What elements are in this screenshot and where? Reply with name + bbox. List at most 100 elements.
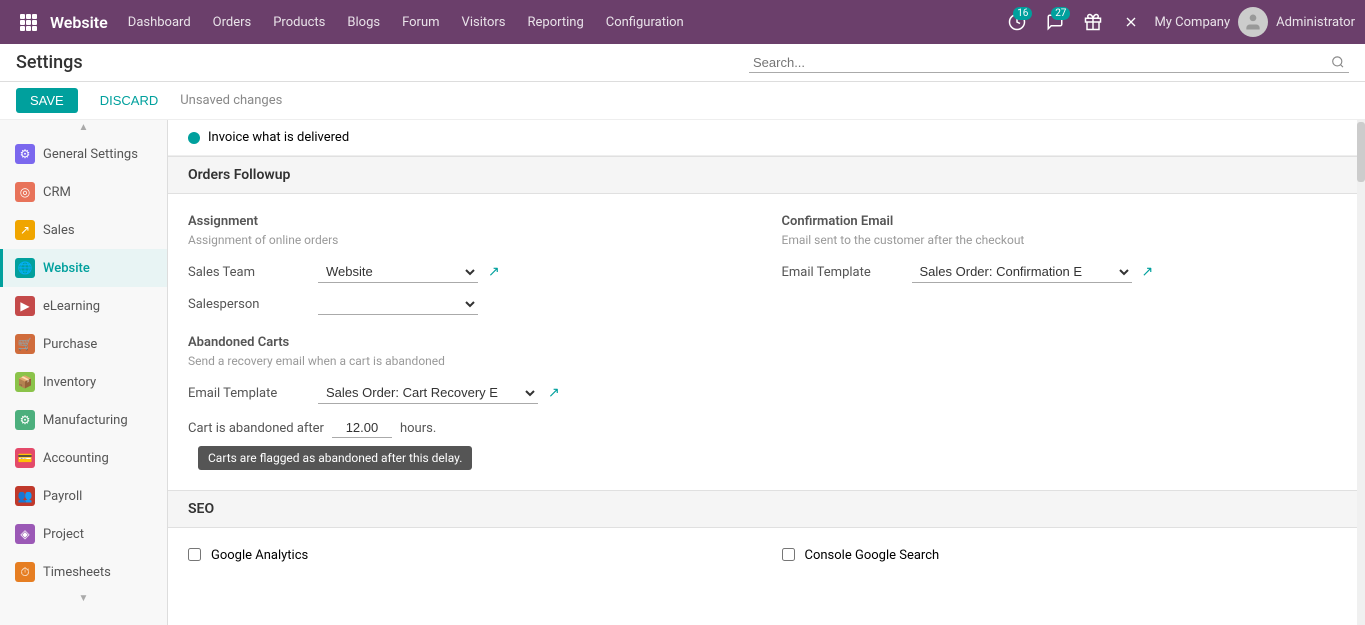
sidebar-label-payroll: Payroll (43, 489, 82, 504)
purchase-icon: 🛒 (15, 334, 35, 354)
sidebar-item-payroll[interactable]: 👥 Payroll (0, 477, 167, 515)
confirmation-email-title: Confirmation Email (782, 214, 1346, 229)
sidebar-item-general-settings[interactable]: ⚙ General Settings (0, 135, 167, 173)
assignment-desc: Assignment of online orders (188, 233, 752, 247)
nav-products[interactable]: Products (263, 0, 335, 44)
email-template-ext-link[interactable]: ↗ (1142, 264, 1154, 280)
seo-section-header: SEO (168, 490, 1365, 528)
inventory-icon: 📦 (15, 372, 35, 392)
nav-dashboard[interactable]: Dashboard (118, 0, 201, 44)
project-icon: ◈ (15, 524, 35, 544)
seo-two-col: Google Analytics Console Google Search (188, 548, 1345, 563)
sidebar-label-sales: Sales (43, 223, 75, 238)
close-icon[interactable] (1116, 7, 1146, 37)
google-analytics-label: Google Analytics (211, 548, 308, 563)
top-nav: Website Dashboard Orders Products Blogs … (0, 0, 1365, 44)
grid-icon[interactable] (10, 0, 46, 44)
nav-visitors[interactable]: Visitors (452, 0, 516, 44)
sales-icon: ↗ (15, 220, 35, 240)
scroll-up-arrow[interactable]: ▲ (0, 120, 167, 135)
sidebar-label-purchase: Purchase (43, 337, 97, 352)
confirmation-email-group: Confirmation Email Email sent to the cus… (782, 214, 1346, 470)
sidebar-item-project[interactable]: ◈ Project (0, 515, 167, 553)
sidebar-label-website: Website (43, 261, 90, 276)
abandoned-carts-group: Abandoned Carts Send a recovery email wh… (188, 335, 752, 470)
cart-abandoned-label: Cart is abandoned after (188, 421, 324, 436)
sidebar-item-timesheets[interactable]: ⏱ Timesheets (0, 553, 167, 591)
sidebar-label-general-settings: General Settings (43, 147, 138, 162)
chat-badge: 27 (1051, 7, 1070, 20)
discard-button[interactable]: DISCARD (86, 88, 173, 113)
scrollbar-thumb[interactable] (1357, 122, 1365, 182)
user-name[interactable]: Administrator (1276, 15, 1355, 30)
website-icon: 🌐 (15, 258, 35, 278)
clock-icon-badge[interactable]: 16 (1002, 7, 1032, 37)
salesperson-label: Salesperson (188, 297, 308, 312)
main-layout: ▲ ⚙ General Settings ◎ CRM ↗ Sales 🌐 Web… (0, 120, 1365, 625)
sub-header: Settings (0, 44, 1365, 82)
sales-team-ext-link[interactable]: ↗ (488, 264, 500, 280)
abandoned-template-ext-link[interactable]: ↗ (548, 385, 560, 401)
sidebar-label-accounting: Accounting (43, 451, 109, 466)
sales-team-row: Sales Team Website ↗ (188, 261, 752, 283)
action-bar: SAVE DISCARD Unsaved changes (0, 82, 1365, 120)
nav-forum[interactable]: Forum (392, 0, 449, 44)
console-google-search-label: Console Google Search (805, 548, 940, 563)
google-analytics-checkbox[interactable] (188, 548, 201, 561)
sidebar-item-website[interactable]: 🌐 Website (0, 249, 167, 287)
nav-orders[interactable]: Orders (203, 0, 262, 44)
search-input[interactable] (753, 55, 1331, 70)
salesperson-select[interactable] (318, 293, 478, 315)
console-google-search-checkbox[interactable] (782, 548, 795, 561)
sidebar-item-accounting[interactable]: 💳 Accounting (0, 439, 167, 477)
sales-team-select[interactable]: Website (318, 261, 478, 283)
save-button[interactable]: SAVE (16, 88, 78, 113)
sidebar-item-manufacturing[interactable]: ⚙ Manufacturing (0, 401, 167, 439)
sidebar-item-sales[interactable]: ↗ Sales (0, 211, 167, 249)
chat-icon-badge[interactable]: 27 (1040, 7, 1070, 37)
nav-blogs[interactable]: Blogs (337, 0, 390, 44)
sidebar-item-inventory[interactable]: 📦 Inventory (0, 363, 167, 401)
sidebar: ▲ ⚙ General Settings ◎ CRM ↗ Sales 🌐 Web… (0, 120, 168, 625)
company-name[interactable]: My Company (1154, 15, 1230, 30)
sales-team-label: Sales Team (188, 265, 308, 280)
user-avatar[interactable] (1238, 7, 1268, 37)
sidebar-item-purchase[interactable]: 🛒 Purchase (0, 325, 167, 363)
google-analytics-col: Google Analytics (188, 548, 752, 563)
sidebar-item-elearning[interactable]: ▶ eLearning (0, 287, 167, 325)
abandoned-email-template-select[interactable]: Sales Order: Cart Recovery E (318, 382, 538, 404)
hours-input[interactable] (332, 418, 392, 438)
hours-label: hours. (400, 421, 436, 436)
nav-configuration[interactable]: Configuration (596, 0, 694, 44)
orders-followup-two-col: Assignment Assignment of online orders S… (188, 214, 1345, 470)
scroll-down-arrow[interactable]: ▼ (0, 591, 167, 606)
manufacturing-icon: ⚙ (15, 410, 35, 430)
email-template-select[interactable]: Sales Order: Confirmation E (912, 261, 1132, 283)
search-bar[interactable] (749, 53, 1349, 73)
sidebar-label-project: Project (43, 527, 84, 542)
search-icon (1331, 55, 1345, 69)
email-template-row: Email Template Sales Order: Confirmation… (782, 261, 1346, 283)
sidebar-item-crm[interactable]: ◎ CRM (0, 173, 167, 211)
nav-reporting[interactable]: Reporting (518, 0, 594, 44)
salesperson-row: Salesperson (188, 293, 752, 315)
nav-links: Dashboard Orders Products Blogs Forum Vi… (118, 0, 1003, 44)
console-google-search-col: Console Google Search (782, 548, 1346, 563)
confirmation-email-desc: Email sent to the customer after the che… (782, 233, 1346, 247)
assignment-group: Assignment Assignment of online orders S… (188, 214, 752, 470)
page-title: Settings (16, 52, 733, 73)
accounting-icon: 💳 (15, 448, 35, 468)
assignment-title: Assignment (188, 214, 752, 229)
content-scrollbar[interactable] (1357, 120, 1365, 625)
abandoned-email-template-row: Email Template Sales Order: Cart Recover… (188, 382, 752, 404)
unsaved-changes-text: Unsaved changes (180, 93, 282, 108)
sidebar-label-timesheets: Timesheets (43, 565, 111, 580)
payroll-icon: 👥 (15, 486, 35, 506)
general-settings-icon: ⚙ (15, 144, 35, 164)
invoice-green-dot (188, 132, 200, 144)
gift-icon[interactable] (1078, 7, 1108, 37)
orders-followup-body: Assignment Assignment of online orders S… (168, 194, 1365, 490)
abandoned-title: Abandoned Carts (188, 335, 752, 350)
content-area: Invoice what is delivered Orders Followu… (168, 120, 1365, 625)
invoice-text: Invoice what is delivered (208, 130, 349, 145)
